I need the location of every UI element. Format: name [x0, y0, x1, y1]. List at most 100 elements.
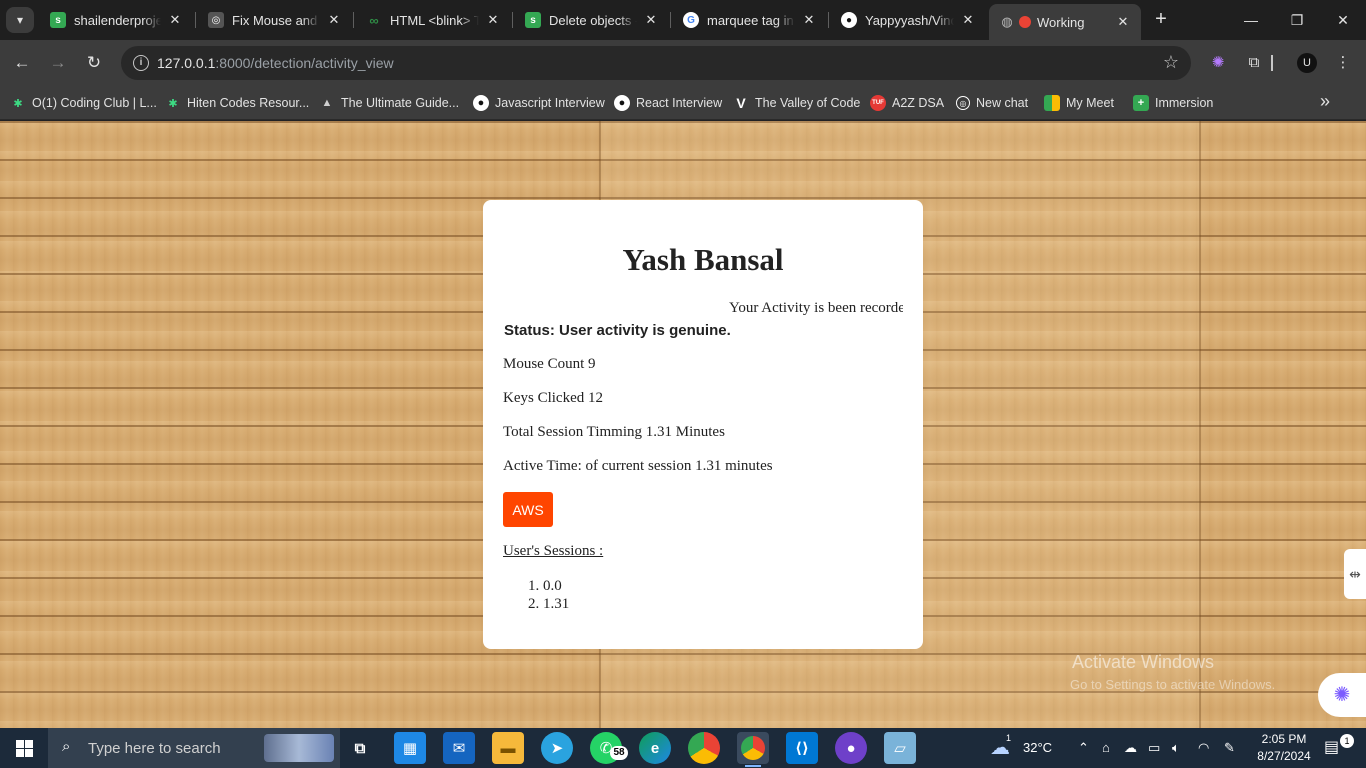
active-time: Active Time: of current session 1.31 min…: [503, 458, 773, 474]
search-placeholder: Type here to search: [88, 740, 221, 757]
globe-favicon-icon: ◍: [1001, 14, 1013, 29]
close-tab-icon[interactable]: ✕: [643, 12, 659, 28]
site-info-icon[interactable]: i: [133, 55, 149, 71]
google-favicon-icon: G: [683, 12, 699, 28]
bookmark-new-chat[interactable]: ◎ New chat: [956, 93, 1028, 113]
browser-toolbar: ← → ↻ i 127.0.0.1:8000/detection/activit…: [0, 40, 1366, 86]
close-window-button[interactable]: ✕: [1320, 0, 1366, 40]
tab-working[interactable]: ◍ Working ✕: [989, 4, 1141, 40]
wifi-icon[interactable]: ◠: [1198, 728, 1209, 768]
github-favicon-icon: ●: [841, 12, 857, 28]
activate-windows-subtext: Go to Settings to activate Windows.: [1070, 677, 1276, 692]
tab-github-yappyyash[interactable]: ● Yappyyash/Vinod ✕: [831, 6, 986, 34]
bookmark-immersion[interactable]: + Immersion: [1133, 93, 1213, 113]
windows-logo-icon: [25, 749, 33, 757]
bookmark-react-interview[interactable]: ● React Interview: [614, 93, 722, 113]
mouse-count: Mouse Count 9: [503, 356, 596, 372]
extension-brain-icon[interactable]: ✺: [1208, 53, 1228, 73]
tab-title: marquee tag in html: [707, 12, 795, 28]
close-tab-icon[interactable]: ✕: [326, 12, 342, 28]
aws-button[interactable]: AWS: [503, 492, 553, 527]
weather-alert-badge: 1: [1006, 733, 1012, 743]
restore-button[interactable]: ❐: [1274, 0, 1320, 40]
bookmark-my-meet[interactable]: My Meet: [1044, 93, 1114, 113]
tab-delete-objects[interactable]: s Delete objects - ✕: [515, 6, 669, 34]
tab-divider: [512, 12, 513, 28]
bookmark-a2z-dsa[interactable]: TUF A2Z DSA: [870, 93, 944, 113]
vscode-icon[interactable]: ⟨⟩: [786, 732, 818, 764]
close-tab-icon[interactable]: ✕: [485, 12, 501, 28]
menu-kebab-icon[interactable]: ⋮: [1333, 53, 1353, 73]
system-clock[interactable]: 2:05 PM 8/27/2024: [1252, 731, 1316, 765]
bookmark-label: Hiten Codes Resour...: [187, 96, 310, 110]
mountain-icon: ▲: [321, 97, 333, 109]
geeksforgeeks-favicon-icon: ∞: [369, 12, 379, 28]
address-bar[interactable]: i 127.0.0.1:8000/detection/activity_view…: [121, 46, 1191, 80]
tray-chevron-icon[interactable]: ⌃: [1078, 728, 1089, 768]
chrome-profile-icon[interactable]: [737, 732, 769, 767]
meet-now-icon[interactable]: ⌂: [1102, 728, 1110, 768]
close-tab-icon[interactable]: ✕: [1115, 14, 1131, 30]
weather-temp[interactable]: 32°C: [1023, 728, 1052, 768]
tab-marquee-tag[interactable]: G marquee tag in html ✕: [673, 6, 827, 34]
file-explorer-icon[interactable]: ▬: [492, 732, 524, 764]
task-view-icon[interactable]: ⧉: [344, 732, 376, 764]
bookmark-hiten-codes[interactable]: ✱ Hiten Codes Resour...: [165, 93, 309, 113]
wood-seam: [1199, 121, 1201, 728]
url-text[interactable]: 127.0.0.1:8000/detection/activity_view: [157, 55, 394, 71]
toolbar-divider: [1271, 55, 1273, 71]
telegram-icon[interactable]: ➤: [541, 732, 573, 764]
bookmark-o1-coding-club[interactable]: ✱ O(1) Coding Club | L...: [10, 93, 156, 113]
pen-icon[interactable]: ✎: [1224, 728, 1235, 768]
chrome-icon[interactable]: [688, 732, 720, 764]
bookmark-javascript-interview[interactable]: ● Javascript Interview: [473, 93, 605, 113]
tab-html-blink[interactable]: ∞ HTML <blink> Tag ✕: [356, 6, 511, 34]
tab-fix-mouse-keyboard[interactable]: ◎ Fix Mouse and Keyboard ✕: [198, 6, 352, 34]
windows-logo-icon: [16, 749, 24, 757]
edge-icon[interactable]: e: [639, 732, 671, 764]
url-host: 127.0.0.1: [157, 55, 216, 71]
bookmark-label: A2Z DSA: [892, 96, 945, 110]
github-icon: ●: [473, 95, 489, 111]
asterisk-icon: ✱: [168, 97, 178, 110]
notifications-icon[interactable]: ▤: [1324, 728, 1339, 768]
activate-windows-watermark: Activate Windows: [1072, 652, 1215, 672]
close-tab-icon[interactable]: ✕: [167, 12, 183, 28]
tuf-icon: TUF: [870, 95, 886, 111]
ai-assistant-brain-icon[interactable]: ✺: [1318, 673, 1366, 717]
taskbar-search[interactable]: ⌕ Type here to search: [48, 728, 340, 768]
tab-shailenderproject[interactable]: s shailenderproject ✕: [40, 6, 193, 34]
extensions-puzzle-icon[interactable]: ⧉: [1244, 53, 1264, 73]
bookmark-star-icon[interactable]: ☆: [1163, 52, 1179, 73]
start-button[interactable]: [0, 728, 48, 768]
side-panel-handle-icon[interactable]: ⇹: [1344, 549, 1366, 599]
microsoft-store-icon[interactable]: ▦: [394, 732, 426, 764]
reload-button[interactable]: ↻: [82, 51, 106, 75]
sessions-list: 0.0 1.31: [543, 577, 569, 613]
minimize-button[interactable]: —: [1228, 0, 1274, 40]
tab-divider: [828, 12, 829, 28]
new-tab-button[interactable]: +: [1150, 8, 1172, 30]
notes-app-icon[interactable]: ▱: [884, 732, 916, 764]
chatgpt-favicon-icon: ◎: [208, 12, 224, 28]
back-button[interactable]: ←: [10, 51, 34, 75]
mail-icon[interactable]: ✉: [443, 732, 475, 764]
tab-search-button[interactable]: ▾: [6, 7, 34, 33]
github-desktop-icon[interactable]: ●: [835, 732, 867, 764]
bookmark-ultimate-guide[interactable]: ▲ The Ultimate Guide...: [319, 93, 460, 113]
close-tab-icon[interactable]: ✕: [801, 12, 817, 28]
bookmark-valley-of-code[interactable]: V The Valley of Code: [733, 93, 860, 113]
activity-marquee: Your Activity is been recorded: [503, 300, 903, 320]
windows-logo-icon: [16, 740, 24, 748]
close-tab-icon[interactable]: ✕: [960, 12, 976, 28]
user-name-heading: Yash Bansal: [622, 242, 784, 277]
onedrive-cloud-icon[interactable]: ☁: [1124, 728, 1137, 768]
profile-avatar[interactable]: U: [1297, 53, 1317, 73]
more-bookmarks-chevron-icon[interactable]: »: [1320, 91, 1330, 112]
forward-button[interactable]: →: [46, 51, 70, 75]
activity-card: Yash Bansal Your Activity is been record…: [483, 200, 923, 649]
battery-icon[interactable]: ▭: [1148, 728, 1160, 768]
search-highlight-image: [264, 734, 334, 762]
sheets-favicon-icon: s: [525, 12, 541, 28]
volume-icon[interactable]: 🔈︎: [1172, 728, 1180, 768]
